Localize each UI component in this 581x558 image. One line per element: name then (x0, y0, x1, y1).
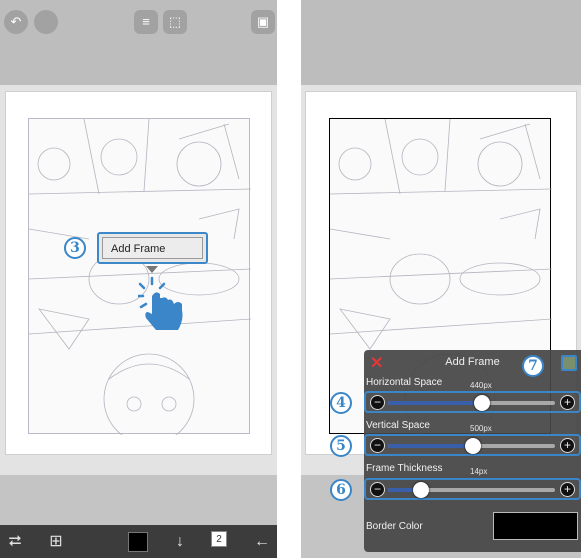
add-frame-panel: ✕ Add Frame Horizontal Space 440px − + V… (364, 350, 581, 552)
slider-fill (388, 401, 482, 405)
vertical-space-label: Vertical Space (366, 420, 430, 431)
top-toolbar: ↶ ≡ ⬚ ▣ (0, 0, 277, 85)
frame-layout-icon[interactable]: ⊞ (45, 531, 67, 553)
context-menu: Add Frame (97, 232, 208, 264)
increase-button[interactable]: + (560, 438, 575, 453)
panel-title: Add Frame (445, 356, 500, 368)
bottom-toolbar: ⮂ ⊞ ↓ 2 ← (0, 525, 277, 558)
horizontal-space-slider[interactable]: − + (364, 391, 581, 413)
border-color-label: Border Color (366, 521, 423, 532)
redo-icon[interactable] (34, 10, 58, 34)
slider-thumb[interactable] (473, 395, 490, 411)
right-screen: ✕ Add Frame Horizontal Space 440px − + V… (301, 0, 581, 558)
frame-thickness-value: 14px (470, 467, 488, 476)
slider-thumb[interactable] (413, 482, 430, 498)
menu-pointer-arrow (146, 266, 158, 273)
step-badge-7: 7 (522, 355, 544, 377)
tap-hand-icon (138, 276, 183, 330)
step-badge-6: 6 (330, 479, 352, 501)
step-badge-5: 5 (330, 435, 352, 457)
increase-button[interactable]: + (560, 482, 575, 497)
add-frame-menu-item[interactable]: Add Frame (102, 237, 203, 259)
color-swatch[interactable] (128, 532, 148, 552)
frame-thickness-slider[interactable]: − + (364, 478, 581, 500)
download-arrow-icon[interactable]: ↓ (169, 531, 191, 553)
panel-header: ✕ Add Frame (364, 350, 581, 374)
transform-icon[interactable]: ⮂ (4, 531, 26, 553)
vertical-space-slider[interactable]: − + (364, 434, 581, 456)
undo-icon[interactable]: ↶ (4, 10, 28, 34)
slider-track[interactable] (388, 438, 555, 454)
confirm-button[interactable] (561, 355, 577, 371)
slider-thumb[interactable] (465, 438, 482, 454)
top-area (301, 0, 581, 85)
horizontal-space-value: 440px (470, 381, 492, 390)
decrease-button[interactable]: − (370, 438, 385, 453)
page-icon[interactable]: 2 (211, 531, 227, 547)
layer-toggle-icon[interactable]: ≡ (134, 10, 158, 34)
slider-track[interactable] (388, 395, 555, 411)
step-badge-4: 4 (330, 392, 352, 414)
paper-page (5, 91, 272, 455)
left-screen: ↶ ≡ ⬚ ▣ 3 Add Frame ⮂ ⊞ ↓ 2 ← (0, 0, 277, 558)
back-arrow-icon[interactable]: ← (251, 531, 273, 553)
vertical-space-value: 500px (470, 424, 492, 433)
border-color-swatch[interactable] (493, 512, 578, 540)
frame-thickness-label: Frame Thickness (366, 463, 443, 474)
slider-track[interactable] (388, 482, 555, 498)
decrease-button[interactable]: − (370, 395, 385, 410)
increase-button[interactable]: + (560, 395, 575, 410)
decrease-button[interactable]: − (370, 482, 385, 497)
slider-fill (388, 444, 474, 448)
horizontal-space-label: Horizontal Space (366, 377, 443, 388)
selection-icon[interactable]: ⬚ (163, 10, 187, 34)
image-icon[interactable]: ▣ (251, 10, 275, 34)
bottom-spacer (0, 475, 277, 525)
step-badge-3: 3 (64, 237, 86, 259)
